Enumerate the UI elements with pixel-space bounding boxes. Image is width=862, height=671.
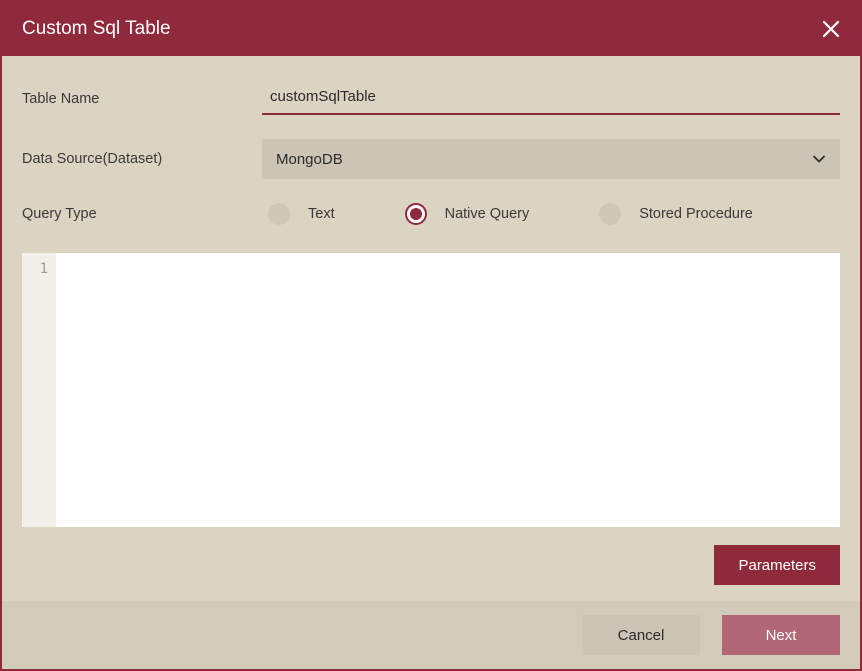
dialog-title: Custom Sql Table — [22, 18, 171, 40]
table-name-label: Table Name — [22, 91, 262, 107]
close-icon[interactable] — [822, 20, 840, 38]
data-source-label: Data Source(Dataset) — [22, 151, 262, 167]
query-type-radio-stored[interactable]: Stored Procedure — [599, 203, 753, 225]
data-source-select[interactable]: MongoDB — [262, 139, 840, 179]
dialog-footer: Cancel Next — [2, 601, 860, 669]
radio-label-native: Native Query — [445, 206, 530, 222]
next-button[interactable]: Next — [722, 615, 840, 655]
custom-sql-table-dialog: Custom Sql Table Table Name Data Source(… — [0, 0, 862, 671]
dialog-body: Table Name Data Source(Dataset) MongoDB … — [2, 56, 860, 669]
data-source-row: Data Source(Dataset) MongoDB — [22, 139, 840, 179]
query-textarea[interactable] — [56, 253, 840, 527]
radio-label-text: Text — [308, 206, 335, 222]
line-number: 1 — [22, 261, 48, 277]
titlebar: Custom Sql Table — [2, 2, 860, 56]
parameters-button[interactable]: Parameters — [714, 545, 840, 585]
parameters-row: Parameters — [22, 545, 840, 601]
editor-gutter: 1 — [22, 253, 56, 527]
radio-label-stored: Stored Procedure — [639, 206, 753, 222]
table-name-row: Table Name — [22, 82, 840, 115]
query-type-label: Query Type — [22, 206, 262, 222]
query-type-radio-native[interactable]: Native Query — [405, 203, 530, 225]
data-source-value: MongoDB — [276, 151, 812, 168]
cancel-button[interactable]: Cancel — [582, 615, 700, 655]
table-name-input[interactable] — [262, 82, 840, 115]
query-editor: 1 — [22, 253, 840, 527]
query-type-radio-text[interactable]: Text — [268, 203, 335, 225]
radio-icon — [268, 203, 290, 225]
radio-icon — [405, 203, 427, 225]
radio-icon — [599, 203, 621, 225]
query-type-row: Query Type Text Native Query Stored Proc… — [22, 203, 840, 225]
chevron-down-icon — [812, 152, 826, 166]
